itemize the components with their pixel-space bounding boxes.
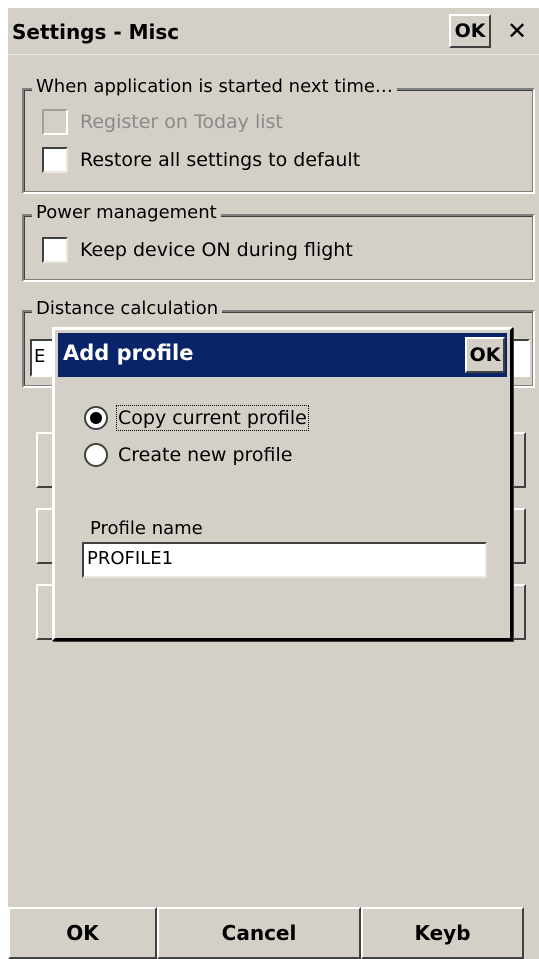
cancel-button[interactable]: Cancel <box>157 907 361 959</box>
register-today-checkbox[interactable] <box>42 109 68 135</box>
profile-name-label: Profile name <box>90 518 203 539</box>
keyboard-button[interactable]: Keyb <box>361 907 524 959</box>
keep-device-on-label: Keep device ON during flight <box>80 239 353 261</box>
create-new-profile-option[interactable]: Create new profile <box>84 440 293 470</box>
restore-defaults-checkbox[interactable] <box>42 147 68 173</box>
dialog-title: Add profile <box>63 341 194 365</box>
settings-window: Settings - Misc OK ✕ When application is… <box>8 8 539 959</box>
power-group-title: Power management <box>32 202 221 223</box>
startup-group-title: When application is started next time… <box>32 76 397 97</box>
copy-current-profile-label: Copy current profile <box>116 405 309 431</box>
register-today-label: Register on Today list <box>80 111 283 133</box>
ok-button[interactable]: OK <box>8 907 157 959</box>
create-new-profile-label: Create new profile <box>118 444 293 466</box>
window-title: Settings - Misc <box>12 20 180 44</box>
restore-defaults-option[interactable]: Restore all settings to default <box>42 146 360 174</box>
title-bar: Settings - Misc OK ✕ <box>8 8 539 55</box>
bottom-button-bar: OK Cancel Keyb <box>8 907 539 959</box>
copy-current-profile-radio[interactable] <box>84 406 108 430</box>
keep-device-on-checkbox[interactable] <box>42 237 68 263</box>
power-group: Power management Keep device ON during f… <box>22 202 535 282</box>
restore-defaults-label: Restore all settings to default <box>80 149 361 171</box>
profile-name-input[interactable]: PROFILE1 <box>82 542 487 578</box>
startup-group: When application is started next time… R… <box>22 76 535 194</box>
dialog-title-bar: Add profile OK <box>58 333 507 377</box>
keep-device-on-option[interactable]: Keep device ON during flight <box>42 236 353 264</box>
close-icon[interactable]: ✕ <box>499 14 535 48</box>
create-new-profile-radio[interactable] <box>84 443 108 467</box>
distance-group-title: Distance calculation <box>32 298 223 319</box>
copy-current-profile-option[interactable]: Copy current profile <box>84 403 309 433</box>
add-profile-dialog: Add profile OK Copy current profile Crea… <box>52 327 513 641</box>
title-ok-button[interactable]: OK <box>449 14 491 48</box>
register-today-option[interactable]: Register on Today list <box>42 108 283 136</box>
dialog-ok-button[interactable]: OK <box>465 337 505 373</box>
